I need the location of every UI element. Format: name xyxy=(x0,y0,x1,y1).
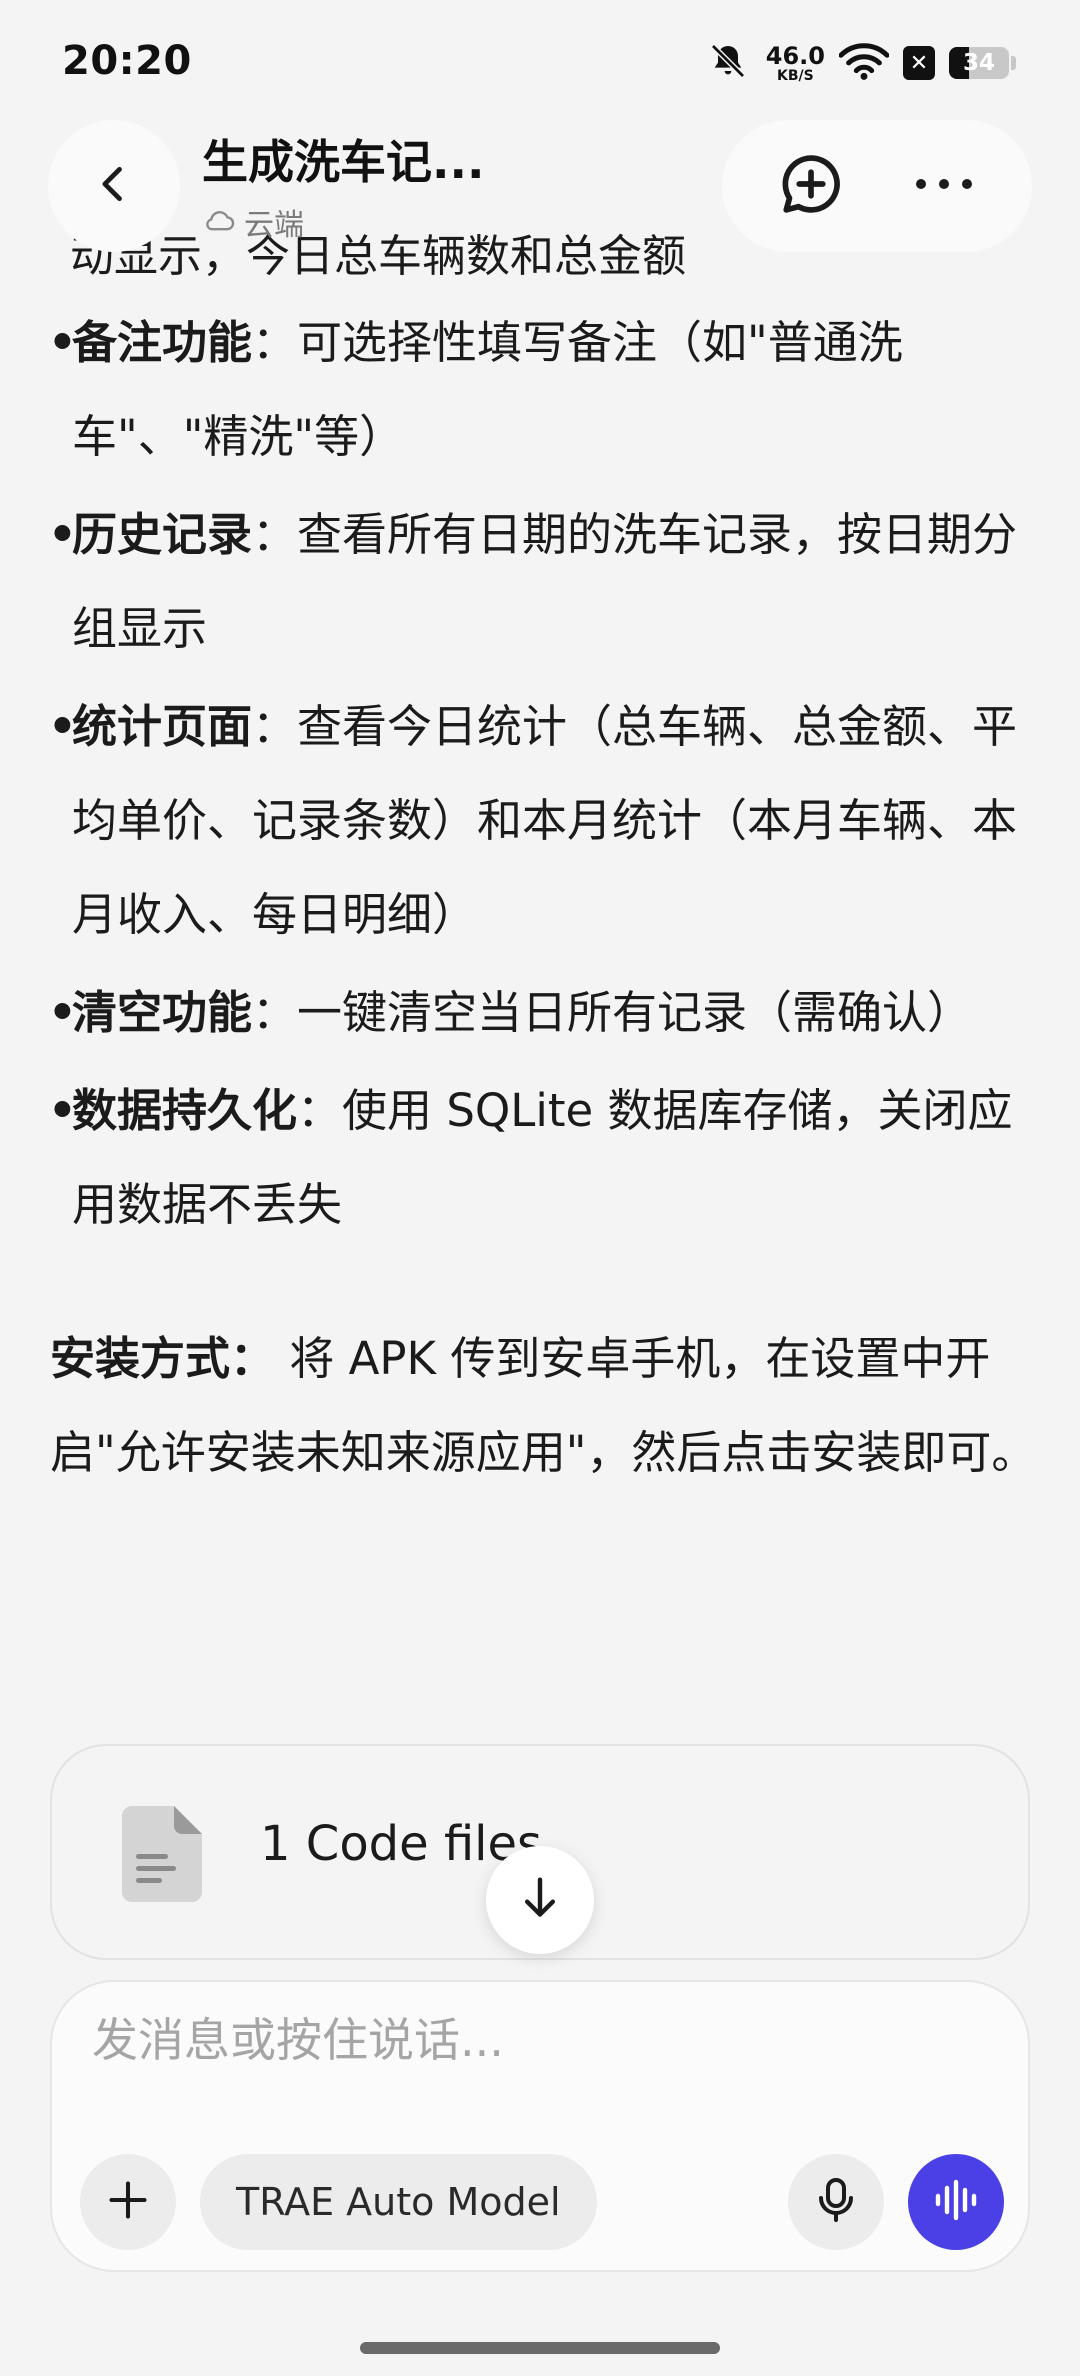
battery-percent: 34 xyxy=(962,50,995,76)
microphone-icon xyxy=(816,2176,856,2228)
voice-mode-button[interactable] xyxy=(908,2154,1004,2250)
feature-item: • 数据持久化：使用 SQLite 数据库存储，关闭应用数据不丢失 xyxy=(0,1064,1080,1252)
more-icon xyxy=(911,174,977,198)
header-actions xyxy=(722,120,1032,252)
scroll-to-bottom-button[interactable] xyxy=(486,1846,594,1954)
title-block: 生成洗车记... 云端 xyxy=(202,126,484,244)
feature-list: • 备注功能：可选择性填写备注（如"普通洗车"、"精洗"等） • 历史记录：查看所有… xyxy=(0,296,1080,1256)
bullet-marker: • xyxy=(48,700,77,753)
document-icon xyxy=(122,1806,202,1906)
bullet-marker: • xyxy=(48,508,77,561)
feature-label: 统计页面 xyxy=(72,700,253,753)
back-button[interactable] xyxy=(48,120,180,252)
feature-label: 历史记录 xyxy=(72,508,253,561)
wifi-icon xyxy=(838,41,890,85)
bullet-marker: • xyxy=(48,316,77,369)
plus-icon xyxy=(106,2178,150,2226)
feature-item: • 清空功能：一键清空当日所有记录（需确认） xyxy=(0,966,1080,1060)
location-label: 云端 xyxy=(244,208,304,243)
bullet-marker: • xyxy=(48,986,77,1039)
feature-item: • 备注功能：可选择性填写备注（如"普通洗车"、"精洗"等） xyxy=(0,296,1080,484)
model-selector-button[interactable]: TRAE Auto Model xyxy=(200,2154,597,2250)
more-button[interactable] xyxy=(889,131,999,241)
add-attachment-button[interactable] xyxy=(80,2154,176,2250)
net-speed: 46.0 KB/S xyxy=(766,44,825,83)
status-bar: 20:20 46.0 KB/S ✕ 34 xyxy=(0,0,1080,116)
status-time: 20:20 xyxy=(62,38,192,84)
mute-bell-icon xyxy=(708,41,748,85)
feature-item: • 统计页面：查看今日统计（总车辆、总金额、平均单价、记录条数）和本月统计（本月车… xyxy=(0,680,1080,962)
no-sim-icon: ✕ xyxy=(903,46,935,80)
battery-icon: 34 xyxy=(949,47,1009,79)
message-input[interactable] xyxy=(92,2010,972,2070)
new-chat-icon xyxy=(778,151,844,221)
install-instructions: 安装方式： 将 APK 传到安卓手机，在设置中开启"允许安装未知来源应用"，然后… xyxy=(50,1312,1040,1500)
bullet-marker: • xyxy=(48,1084,77,1137)
chat-header: 生成洗车记... 云端 xyxy=(0,116,1080,256)
install-label: 安装方式： xyxy=(50,1332,276,1385)
battery-tip xyxy=(1011,56,1016,70)
new-chat-button[interactable] xyxy=(756,131,866,241)
feature-label: 备注功能 xyxy=(72,316,253,369)
assistant-message: 动显示，今日总车辆数和总金额 • 备注功能：可选择性填写备注（如"普通洗车"、"精… xyxy=(0,196,1080,1716)
net-speed-unit: KB/S xyxy=(777,67,814,84)
home-indicator[interactable] xyxy=(360,2342,720,2354)
status-icons: 46.0 KB/S ✕ 34 xyxy=(708,40,1016,86)
microphone-button[interactable] xyxy=(788,2154,884,2250)
feature-label: 数据持久化 xyxy=(72,1084,298,1137)
feature-item: • 历史记录：查看所有日期的洗车记录，按日期分组显示 xyxy=(0,488,1080,676)
message-composer: TRAE Auto Model xyxy=(50,1980,1030,2272)
back-chevron-icon xyxy=(92,162,136,210)
voice-wave-icon xyxy=(932,2178,980,2226)
net-speed-value: 46.0 xyxy=(765,41,825,70)
cloud-icon xyxy=(202,207,236,237)
chat-title: 生成洗车记... xyxy=(202,135,485,189)
chat-screen: 20:20 46.0 KB/S ✕ 34 生成洗车记... 云端 动显示，今日总… xyxy=(0,0,1080,2376)
arrow-down-icon xyxy=(518,1874,562,1926)
location-row: 云端 xyxy=(202,200,484,244)
feature-label: 清空功能 xyxy=(72,986,253,1039)
feature-text: ：一键清空当日所有记录（需确认） xyxy=(252,986,973,1039)
